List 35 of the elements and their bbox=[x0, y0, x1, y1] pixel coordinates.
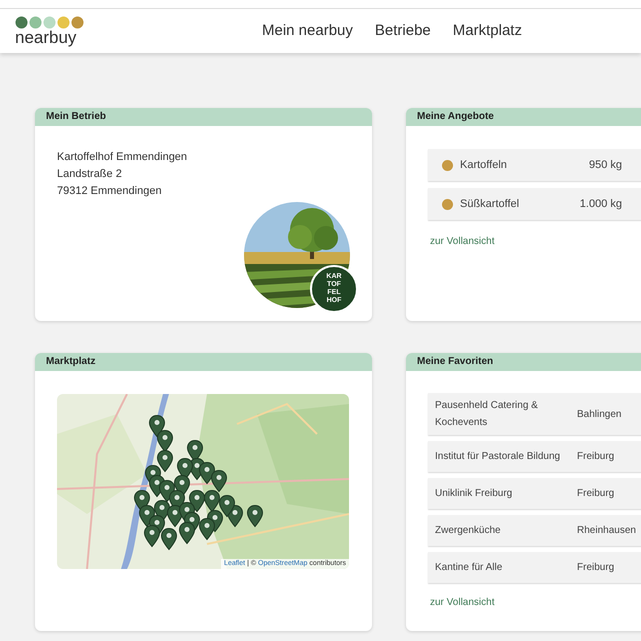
favorite-name: Zwergenküche bbox=[435, 524, 502, 538]
logo-text: nearbuy bbox=[15, 28, 78, 46]
address-line: 79312 Emmendingen bbox=[57, 184, 162, 199]
favorite-row[interactable]: Pausenheld Catering & Kochevents Bahlingen bbox=[428, 393, 641, 435]
favorite-name: Uniklinik Freiburg bbox=[435, 487, 514, 501]
favorite-city: Freiburg bbox=[577, 561, 614, 575]
favorite-city: Freiburg bbox=[577, 487, 614, 501]
address-line: Landstraße 2 bbox=[57, 167, 122, 182]
address-line: Kartoffelhof Emmendingen bbox=[57, 150, 188, 165]
favorite-name: Pausenheld Catering & Kochevents bbox=[435, 399, 539, 430]
favorite-row[interactable]: Institut für Pastorale Bildung Freiburg bbox=[428, 441, 641, 472]
favorite-city: Rheinhausen bbox=[577, 524, 636, 538]
card-title: Meine Favoriten bbox=[406, 353, 641, 371]
offer-row[interactable]: Süßkartoffel 1.000 kg bbox=[428, 188, 641, 220]
nav-link[interactable]: Mein nearbuy bbox=[262, 20, 353, 42]
logo-icon bbox=[15, 16, 84, 28]
card-title: Meine Angebote bbox=[406, 108, 641, 126]
full-view-link[interactable]: zur Vollansicht bbox=[430, 234, 494, 249]
offer-name: Süßkartoffel bbox=[460, 196, 520, 212]
favorite-name: Institut für Pastorale Bildung bbox=[435, 450, 562, 464]
favorite-row[interactable]: Kantine für Alle Freiburg bbox=[428, 552, 641, 583]
favorite-name: Kantine für Alle bbox=[435, 561, 504, 575]
offer-row[interactable]: Kartoffeln 950 kg bbox=[428, 149, 641, 181]
offer-quantity: 1.000 kg bbox=[578, 196, 622, 212]
favorite-city: Bahlingen bbox=[577, 408, 622, 422]
favorite-city: Freiburg bbox=[577, 450, 614, 464]
card-title: Marktplatz bbox=[35, 353, 372, 371]
favorite-row[interactable]: Uniklinik Freiburg Freiburg bbox=[428, 478, 641, 509]
nav-link[interactable]: Marktplatz bbox=[452, 20, 522, 42]
card-title: Mein Betrieb bbox=[35, 108, 372, 126]
offer-name: Kartoffeln bbox=[460, 158, 508, 173]
offer-quantity: 950 kg bbox=[588, 158, 622, 173]
nav-link[interactable]: Betriebe bbox=[374, 20, 431, 42]
full-view-link[interactable]: zur Vollansicht bbox=[430, 595, 494, 610]
favorite-row[interactable]: Zwergenküche Rheinhausen bbox=[428, 515, 641, 546]
